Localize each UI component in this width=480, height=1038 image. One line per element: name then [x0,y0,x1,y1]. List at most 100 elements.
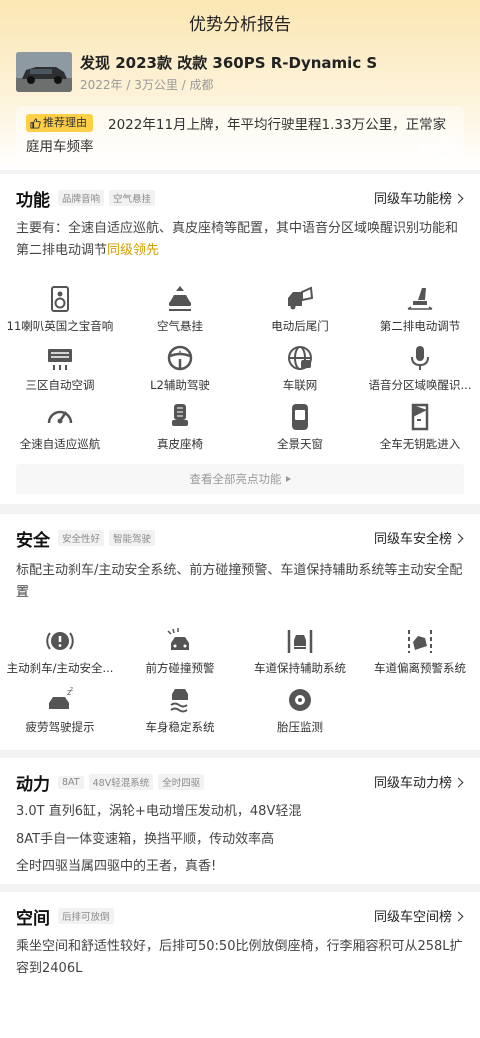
feature-item[interactable]: 车联网 [240,343,360,399]
power-header: 动力 8AT 48V轻混系统 全时四驱 [16,770,209,795]
space-section: 空间 后排可放倒 同级车空间榜 乘坐空间和舒适性较好，后排可50:50比例放倒座… [0,892,480,1038]
chevron-right-icon [453,911,464,922]
features-title: 功能 [16,190,50,211]
feature-item[interactable]: 三区自动空调 [0,343,120,399]
power-tag: 48V轻混系统 [88,774,154,790]
feature-label: 第二排电动调节 [379,319,461,333]
feature-item[interactable]: 真皮座椅 [120,402,240,458]
safety-section: 安全 安全性好 智能驾驶 同级车安全榜 标配主动刹车/主动安全系统、前方碰撞预警… [0,514,480,750]
leather-seat-icon [172,404,188,426]
speaker-icon [51,286,69,312]
features-tag: 品牌音响 [58,190,105,206]
feature-label: 全车无钥匙进入 [379,437,461,451]
feature-label: 车联网 [282,378,318,392]
features-rank-link[interactable]: 同级车功能榜 [373,188,464,207]
space-header: 空间 后排可放倒 [16,904,119,929]
safety-rank-label: 同级车安全榜 [373,532,452,547]
safety-label: 前方碰撞预警 [145,661,215,675]
safety-item[interactable]: 车道偏离预警系统 [360,626,480,682]
recommend-reason-tag: 推荐理由 [26,114,93,132]
recommend-reason-card: 2022年11月上牌，年平均行驶里程1.33万公里，正常家庭用车频率 推荐理由 [16,106,464,162]
feature-label: 三区自动空调 [25,378,95,392]
power-line: 8AT手自一体变速箱，换挡平顺，传动效率高 [16,832,275,847]
view-all-features-button[interactable]: 查看全部亮点功能 [16,464,464,494]
features-tag: 空气悬挂 [109,190,156,206]
safety-header: 安全 安全性好 智能驾驶 [16,526,160,551]
safety-rank-link[interactable]: 同级车安全榜 [373,528,464,547]
feature-item[interactable]: 语音分区域唤醒识... [360,343,480,399]
feature-item[interactable]: 11喇叭英国之宝音响 [0,284,120,340]
feature-label: 全速自适应巡航 [19,437,101,451]
features-section: 功能 品牌音响 空气悬挂 同级车功能榜 主要有：全速自适应巡航、真皮座椅等配置，… [0,174,480,504]
microphone-icon [411,346,429,370]
chevron-right-icon [453,193,464,204]
chevron-right-icon [453,533,464,544]
triangle-right-icon [285,476,291,482]
power-tailgate-icon [288,286,314,310]
power-section: 动力 8AT 48V轻混系统 全时四驱 同级车动力榜 3.0T 直列6缸，涡轮+… [0,758,480,884]
safety-label: 车道偏离预警系统 [374,661,466,675]
car-meta: 2022年 / 3万公里 / 成都 [80,78,214,92]
feature-item[interactable]: 全景天窗 [240,402,360,458]
feature-label: 语音分区域唤醒识... [368,378,472,392]
safety-label: 车身稳定系统 [145,720,215,734]
space-tag: 后排可放倒 [58,908,114,924]
feature-label: 空气悬挂 [157,319,203,333]
safety-label: 车道保持辅助系统 [254,661,346,675]
features-rank-label: 同级车功能榜 [373,192,452,207]
safety-title: 安全 [16,530,50,551]
feature-label: L2辅助驾驶 [150,378,210,392]
features-highlight: 同级领先 [107,243,160,258]
brake-warning-icon [46,632,74,650]
space-rank-label: 同级车空间榜 [373,910,452,925]
svg-text:z: z [70,686,73,693]
safety-item[interactable]: 车道保持辅助系统 [240,626,360,682]
seat-adjust-icon [407,288,433,310]
car-thumbnail[interactable] [16,52,72,92]
feature-label: 全景天窗 [277,437,323,451]
power-rank-label: 同级车动力榜 [373,776,452,791]
chevron-right-icon [453,777,464,788]
safety-item[interactable]: 车身稳定系统 [120,685,240,741]
safety-tag: 智能驾驶 [109,530,156,546]
keyless-entry-icon [411,403,429,431]
fatigue-icon: zz [49,686,73,709]
safety-description: 标配主动刹车/主动安全系统、前方碰撞预警、车道保持辅助系统等主动安全配置 [16,563,463,600]
space-title: 空间 [16,908,50,929]
tire-pressure-icon [289,689,311,711]
collision-warning-icon [167,628,189,650]
feature-item[interactable]: 第二排电动调节 [360,284,480,340]
page-title: 优势分析报告 [189,15,291,35]
stability-icon [170,689,188,713]
safety-tag: 安全性好 [58,530,105,546]
feature-item[interactable]: 电动后尾门 [240,284,360,340]
feature-item[interactable]: 全车无钥匙进入 [360,402,480,458]
air-suspension-icon [169,286,191,311]
feature-item[interactable]: A L2辅助驾驶 [120,343,240,399]
view-all-label: 查看全部亮点功能 [189,472,282,486]
safety-label: 胎压监测 [277,720,323,734]
feature-item[interactable]: 全速自适应巡航 [0,402,120,458]
speedometer-icon [47,410,73,424]
steering-wheel-icon: A [167,345,193,371]
safety-label: 主动刹车/主动安全... [6,661,114,675]
safety-item[interactable]: 胎压监测 [240,685,360,741]
safety-item[interactable]: zz 疲劳驾驶提示 [0,685,120,741]
thumbs-up-icon [30,117,41,129]
power-tag: 全时四驱 [158,774,205,790]
power-rank-link[interactable]: 同级车动力榜 [373,772,464,791]
safety-item[interactable]: 前方碰撞预警 [120,626,240,682]
lane-keep-icon [287,630,313,653]
space-description: 乘坐空间和舒适性较好，后排可50:50比例放倒座椅，行李厢容积可从258L扩容到… [16,939,463,976]
globe-icon [288,346,312,370]
feature-item[interactable]: 空气悬挂 [120,284,240,340]
lane-departure-icon [408,630,432,653]
features-header: 功能 品牌音响 空气悬挂 [16,186,160,211]
power-tag: 8AT [58,775,84,789]
climate-control-icon [48,349,72,370]
feature-label: 11喇叭英国之宝音响 [6,319,114,333]
power-line: 3.0T 直列6缸，涡轮+电动增压发动机，48V轻混 [16,804,302,819]
feature-label: 电动后尾门 [271,319,329,333]
safety-item[interactable]: 主动刹车/主动安全... [0,626,120,682]
space-rank-link[interactable]: 同级车空间榜 [373,906,464,925]
